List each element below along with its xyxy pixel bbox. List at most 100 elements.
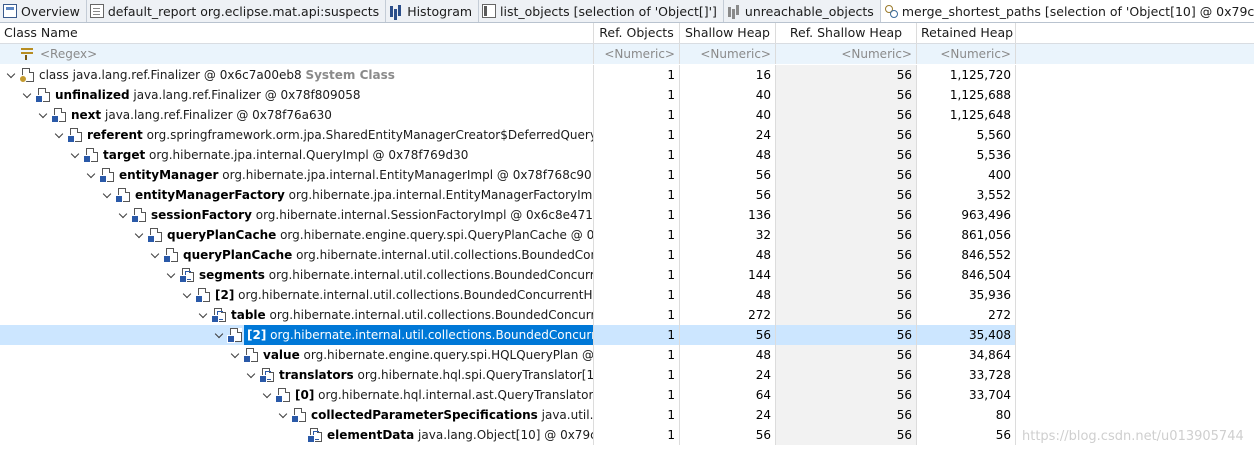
object-icon (35, 88, 50, 103)
table-row[interactable]: sessionFactory org.hibernate.internal.Se… (0, 205, 1254, 225)
retained-heap-cell: 400 (916, 165, 1016, 185)
object-label: class java.lang.ref.Finalizer @ 0x6c7a00… (36, 65, 398, 85)
shallow-heap-cell: 144 (679, 265, 775, 285)
table-row[interactable]: target org.hibernate.jpa.internal.QueryI… (0, 145, 1254, 165)
expand-toggle-icon[interactable] (196, 305, 212, 325)
table-row[interactable]: collectedParameterSpecifications java.ut… (0, 405, 1254, 425)
tab-unreachable[interactable]: unreachable_objects (724, 0, 881, 22)
field-name: entityManagerFactory (135, 188, 285, 202)
expand-toggle-icon[interactable] (68, 145, 84, 165)
ref-objects-cell: 1 (593, 125, 679, 145)
object-label: table org.hibernate.internal.util.collec… (228, 305, 593, 325)
ref-objects-cell: 1 (593, 425, 679, 445)
field-name: queryPlanCache (167, 228, 277, 242)
table-row[interactable]: referent org.springframework.orm.jpa.Sha… (0, 125, 1254, 145)
ref-shallow-heap-cell: 56 (775, 385, 916, 405)
retained-heap-cell: 80 (916, 405, 1016, 425)
table-row[interactable]: next java.lang.ref.Finalizer @ 0x78f76a6… (0, 105, 1254, 125)
tab-report[interactable]: default_report org.eclipse.mat.api:suspe… (87, 0, 387, 22)
table-row[interactable]: value org.hibernate.engine.query.spi.HQL… (0, 345, 1254, 365)
table-row[interactable]: unfinalized java.lang.ref.Finalizer @ 0x… (0, 85, 1254, 105)
table-row[interactable]: queryPlanCache org.hibernate.engine.quer… (0, 225, 1254, 245)
expand-toggle-icon[interactable] (212, 325, 228, 345)
class-name-cell: table org.hibernate.internal.util.collec… (0, 305, 593, 325)
ref-objects-cell: 1 (593, 105, 679, 125)
ref-objects-filter-input[interactable]: <Numeric> (593, 44, 679, 64)
ref-shallow-heap-cell: 56 (775, 65, 916, 85)
table-row[interactable]: [2] org.hibernate.internal.util.collecti… (0, 285, 1254, 305)
ref-objects-cell: 1 (593, 325, 679, 345)
column-header-shallow-heap[interactable]: Shallow Heap (679, 23, 775, 43)
expand-toggle-icon[interactable] (164, 265, 180, 285)
retained-heap-cell: 35,408 (916, 325, 1016, 345)
expand-toggle-icon[interactable] (180, 285, 196, 305)
field-name: value (263, 348, 300, 362)
class-name-filter-input[interactable]: <Regex> (0, 44, 593, 64)
object-label: elementData java.lang.Object[10] @ 0x79c… (324, 425, 593, 445)
tab-merge-paths[interactable]: merge_shortest_paths [selection of 'Obje… (880, 0, 1254, 22)
class-name-cell: collectedParameterSpecifications java.ut… (0, 405, 593, 425)
field-name: unfinalized (55, 88, 130, 102)
expand-toggle-icon[interactable] (20, 85, 36, 105)
tab-list-objects[interactable]: list_objects [selection of 'Object[]'] (479, 0, 724, 22)
object-class: org.hibernate.internal.util.collections.… (296, 248, 593, 262)
ref-shallow-heap-cell: 56 (775, 305, 916, 325)
column-header-class-name[interactable]: Class Name (0, 23, 593, 43)
shallow-heap-cell: 40 (679, 85, 775, 105)
field-name: [0] (295, 388, 315, 402)
ref-shallow-heap-cell: 56 (775, 185, 916, 205)
expand-toggle-icon[interactable] (36, 105, 52, 125)
expand-toggle-icon[interactable] (148, 245, 164, 265)
table-row[interactable]: [0] org.hibernate.hql.internal.ast.Query… (0, 385, 1254, 405)
object-icon (83, 148, 98, 163)
column-header-retained-heap[interactable]: Retained Heap (916, 23, 1016, 43)
expand-toggle-icon[interactable] (4, 65, 20, 85)
class-name-cell: elementData java.lang.Object[10] @ 0x79c… (0, 425, 593, 445)
class-object-icon (19, 68, 34, 83)
table-row[interactable]: entityManager org.hibernate.jpa.internal… (0, 165, 1254, 185)
expand-toggle-icon[interactable] (100, 185, 116, 205)
retained-heap-cell: 35,936 (916, 285, 1016, 305)
expand-toggle-icon[interactable] (260, 385, 276, 405)
ref-objects-cell: 1 (593, 385, 679, 405)
histogram-icon (389, 4, 403, 18)
expand-toggle-icon[interactable] (132, 225, 148, 245)
expand-toggle-icon[interactable] (52, 125, 68, 145)
ref-shallow-heap-filter-input[interactable]: <Numeric> (775, 44, 916, 64)
field-name: next (71, 108, 102, 122)
table-row[interactable]: class java.lang.ref.Finalizer @ 0x6c7a00… (0, 65, 1254, 85)
table-row[interactable]: segments org.hibernate.internal.util.col… (0, 265, 1254, 285)
expand-toggle-icon[interactable] (228, 345, 244, 365)
expand-toggle-icon[interactable] (84, 165, 100, 185)
ref-shallow-heap-cell: 56 (775, 205, 916, 225)
column-header-ref-shallow-heap[interactable]: Ref. Shallow Heap (775, 23, 916, 43)
object-label: translators org.hibernate.hql.spi.QueryT… (276, 365, 593, 385)
object-label: queryPlanCache org.hibernate.engine.quer… (164, 225, 593, 245)
tab-overview[interactable]: Overview (0, 0, 87, 22)
class-name-cell: translators org.hibernate.hql.spi.QueryT… (0, 365, 593, 385)
table-row[interactable]: queryPlanCache org.hibernate.internal.ut… (0, 245, 1254, 265)
shallow-heap-cell: 24 (679, 125, 775, 145)
field-name: queryPlanCache (183, 248, 293, 262)
object-class: java.lang.ref.Finalizer @ 0x78f76a630 (105, 108, 332, 122)
shallow-heap-filter-input[interactable]: <Numeric> (679, 44, 775, 64)
object-class: org.hibernate.internal.util.collections.… (238, 288, 593, 302)
expand-toggle-icon[interactable] (116, 205, 132, 225)
table-row[interactable]: entityManagerFactory org.hibernate.jpa.i… (0, 185, 1254, 205)
object-class: org.hibernate.hql.internal.ast.QueryTran… (318, 388, 593, 402)
column-header-ref-objects[interactable]: Ref. Objects (593, 23, 679, 43)
retained-heap-cell: 272 (916, 305, 1016, 325)
expand-toggle-icon[interactable] (244, 365, 260, 385)
table-row[interactable]: table org.hibernate.internal.util.collec… (0, 305, 1254, 325)
field-name: collectedParameterSpecifications (311, 408, 538, 422)
table-row[interactable]: [2] org.hibernate.internal.util.collecti… (0, 325, 1254, 345)
table-row[interactable]: translators org.hibernate.hql.spi.QueryT… (0, 365, 1254, 385)
expand-toggle-icon[interactable] (276, 405, 292, 425)
retained-heap-filter-input[interactable]: <Numeric> (916, 44, 1016, 64)
retained-heap-cell: 33,704 (916, 385, 1016, 405)
retained-heap-cell: 56 (916, 425, 1016, 445)
ref-shallow-heap-cell: 56 (775, 405, 916, 425)
object-label: sessionFactory org.hibernate.internal.Se… (148, 205, 593, 225)
tab-histogram[interactable]: Histogram (386, 0, 480, 22)
shallow-heap-cell: 56 (679, 165, 775, 185)
